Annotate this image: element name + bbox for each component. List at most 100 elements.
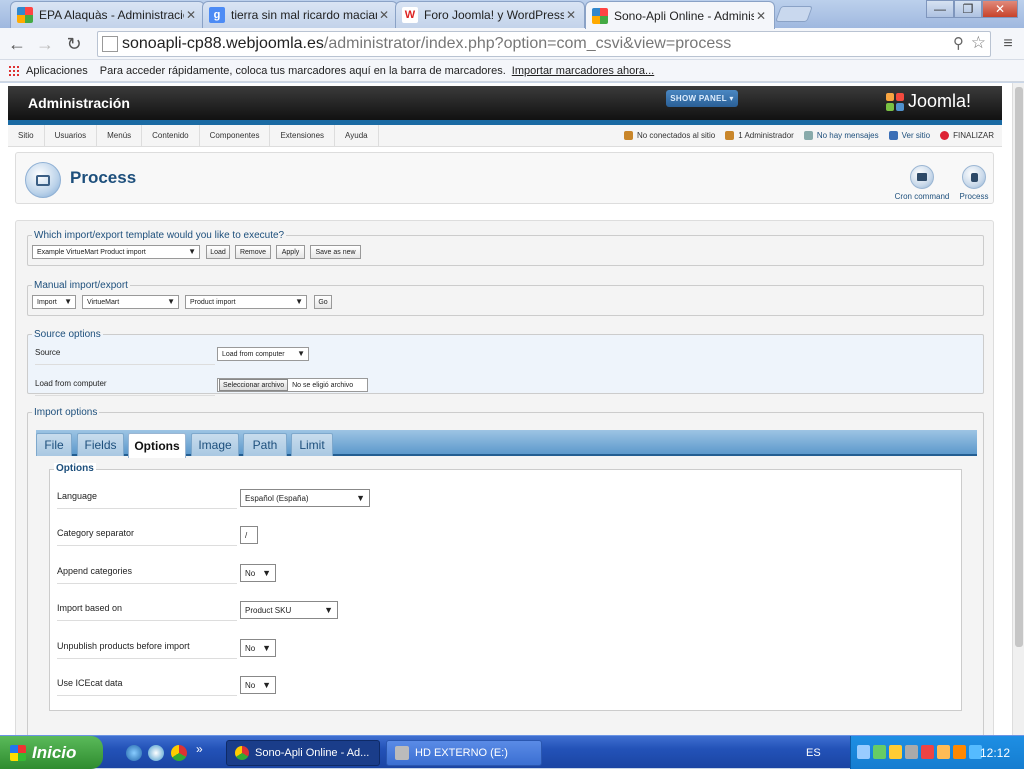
tab-file[interactable]: File (36, 433, 72, 456)
chevron-down-icon: ▼ (324, 605, 333, 615)
page-title-bar: Process Cron command Process (15, 152, 994, 204)
import-options-fieldset: Import options File Fields Options Image… (27, 407, 984, 735)
csvi-main-panel: Which import/export template would you l… (15, 220, 994, 735)
view-site-link[interactable]: Ver sitio (888, 131, 930, 140)
menu-componentes[interactable]: Componentes (200, 124, 271, 147)
explorer-icon[interactable] (148, 745, 164, 761)
load-button[interactable]: Load (206, 245, 230, 259)
close-icon[interactable]: ✕ (754, 9, 768, 23)
scrollbar-thumb[interactable] (1015, 87, 1023, 647)
messages-status[interactable]: No hay mensajes (803, 131, 879, 140)
tab-image[interactable]: Image (191, 433, 239, 456)
windows-flag-icon (10, 744, 26, 761)
close-icon[interactable]: ✕ (564, 8, 578, 22)
menu-contenido[interactable]: Contenido (142, 124, 200, 147)
show-panel-button[interactable]: SHOW PANEL ▾ (666, 90, 738, 107)
bookmark-star-icon[interactable]: ☆ (971, 33, 986, 53)
admin-header: Administración (8, 86, 1002, 120)
more-icon[interactable]: » (196, 742, 203, 756)
menu-menus[interactable]: Menús (97, 124, 143, 147)
action-select[interactable]: Import ▼ (32, 295, 76, 309)
category-separator-input[interactable]: / (240, 526, 258, 544)
chevron-down-icon: ▼ (167, 297, 175, 306)
logout-link[interactable]: FINALIZAR (940, 131, 994, 140)
reload-icon[interactable]: ↻ (63, 33, 85, 55)
go-button[interactable]: Go (314, 295, 332, 309)
chrome-icon[interactable] (171, 745, 187, 761)
source-select[interactable]: Load from computer ▼ (217, 347, 309, 361)
operation-select[interactable]: Product import ▼ (185, 295, 307, 309)
file-input[interactable]: Seleccionar archivo No se eligió archivo (217, 378, 368, 392)
source-label: Source (35, 348, 61, 357)
menu-sitio[interactable]: Sitio (8, 124, 45, 147)
menu-ayuda[interactable]: Ayuda (335, 124, 379, 147)
append-categories-select[interactable]: No ▼ (240, 564, 276, 582)
maximize-button[interactable]: ❐ (954, 0, 982, 18)
search-icon[interactable]: ⚲ (953, 34, 964, 52)
manual-legend: Manual import/export (34, 280, 128, 291)
browser-tab[interactable]: W Foro Joomla! y WordPress : ✕ (395, 1, 585, 28)
antivirus-icon[interactable] (921, 745, 934, 759)
app-tray-icon[interactable] (953, 745, 966, 759)
taskbar-item-browser[interactable]: Sono-Apli Online - Ad... (226, 740, 380, 766)
update-icon[interactable] (905, 745, 918, 759)
menu-extensiones[interactable]: Extensiones (270, 124, 336, 147)
use-icecat-select[interactable]: No ▼ (240, 676, 276, 694)
unpublish-products-select[interactable]: No ▼ (240, 639, 276, 657)
template-select[interactable]: Example VirtueMart Product import ▼ (32, 245, 200, 259)
monitor-icon (888, 131, 898, 140)
process-icon (25, 162, 61, 198)
ie-icon[interactable] (126, 745, 142, 761)
back-icon[interactable]: ← (6, 33, 28, 55)
remove-button[interactable]: Remove (235, 245, 271, 259)
options-legend: Options (54, 463, 96, 474)
tab-limit[interactable]: Limit (291, 433, 333, 456)
options-panel: Options Language Español (España) ▼ Categ… (49, 463, 962, 711)
browser-tab[interactable]: EPA Alaquàs - Administración ✕ (10, 1, 205, 28)
forum-icon: W (402, 7, 418, 23)
users-icon (623, 131, 633, 140)
page-scrollbar[interactable] (1012, 83, 1024, 735)
tab-fields[interactable]: Fields (77, 433, 124, 456)
chevron-down-icon: ▼ (295, 297, 303, 306)
tab-options[interactable]: Options (128, 433, 186, 458)
admins-status: 1 Administrador (725, 131, 794, 140)
mail-icon (803, 131, 813, 140)
admin-title: Administración (28, 95, 130, 111)
import-based-on-select[interactable]: Product SKU ▼ (240, 601, 338, 619)
cron-command-button[interactable]: Cron command (894, 165, 950, 201)
tab-path[interactable]: Path (243, 433, 287, 456)
forward-icon[interactable]: → (34, 33, 56, 55)
browser-tab-active[interactable]: Sono-Apli Online - Administra ✕ (585, 1, 775, 29)
shield-icon[interactable] (889, 745, 902, 759)
taskbar-item-drive[interactable]: HD EXTERNO (E:) (386, 740, 542, 766)
close-icon[interactable]: ✕ (184, 8, 198, 22)
menu-usuarios[interactable]: Usuarios (45, 124, 98, 147)
save-as-new-button[interactable]: Save as new (310, 245, 361, 259)
menu-icon[interactable]: ≡ (997, 33, 1019, 55)
start-button[interactable]: Inicio (0, 736, 103, 769)
address-bar[interactable]: sonoapli-cp88.webjoomla.es/administrator… (97, 31, 991, 57)
new-tab-button[interactable] (775, 6, 813, 22)
category-separator-label: Category separator (57, 528, 135, 538)
apps-grid-icon[interactable] (8, 64, 20, 77)
language-select[interactable]: Español (España) ▼ (240, 489, 370, 507)
import-bookmarks-link[interactable]: Importar marcadores ahora... (512, 65, 654, 77)
network-icon[interactable] (873, 745, 886, 759)
clock[interactable]: 12:12 (980, 746, 1010, 760)
close-icon[interactable]: ✕ (377, 8, 391, 22)
process-button[interactable]: Process (958, 165, 990, 201)
minimize-button[interactable]: — (926, 0, 954, 18)
apps-link[interactable]: Aplicaciones (26, 65, 88, 77)
browser-tab[interactable]: g tierra sin mal ricardo macian ✕ (202, 1, 398, 28)
component-select[interactable]: VirtueMart ▼ (82, 295, 179, 309)
volume-icon[interactable] (937, 745, 950, 759)
choose-file-button[interactable]: Seleccionar archivo (219, 379, 289, 391)
language-label: Language (57, 491, 98, 501)
bell-icon[interactable] (857, 745, 870, 759)
apply-button[interactable]: Apply (276, 245, 305, 259)
close-window-button[interactable]: ✕ (982, 0, 1018, 18)
language-indicator[interactable]: ES (806, 747, 821, 759)
joomla-logo: Joomla! (886, 91, 971, 112)
append-categories-label: Append categories (57, 566, 133, 576)
